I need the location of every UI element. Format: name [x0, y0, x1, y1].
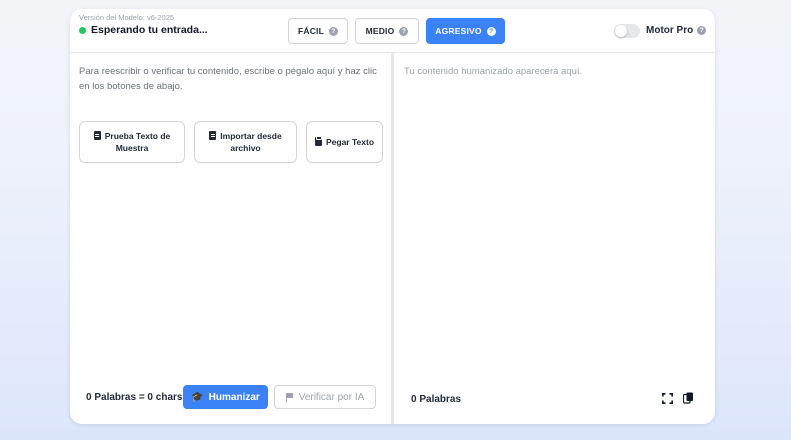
output-word-count: 0 Palabras: [411, 394, 462, 405]
file-import-icon: [209, 131, 217, 140]
import-file-button[interactable]: Importar desde archivo: [194, 121, 297, 163]
sample-text-button[interactable]: Prueba Texto de Muestra: [79, 121, 185, 163]
help-icon: ?: [399, 26, 409, 36]
help-icon: ?: [329, 26, 339, 36]
toggle-knob: [615, 25, 627, 37]
copy-icon[interactable]: [683, 392, 694, 404]
sample-text-label: Prueba Texto de Muestra: [104, 131, 171, 153]
import-file-label: Importar desde archivo: [220, 131, 282, 153]
paste-text-label: Pegar Texto: [325, 137, 375, 147]
mode-medium-button[interactable]: MEDIO ?: [355, 18, 419, 44]
status-text: Esperando tu entrada...: [91, 24, 208, 36]
verify-ai-button[interactable]: Verificar por IA: [274, 385, 376, 409]
status-indicator: Esperando tu entrada...: [79, 24, 208, 36]
verify-ai-label: Verificar por IA: [298, 391, 365, 403]
humanize-label: Humanizar: [208, 391, 260, 403]
humanize-button[interactable]: 🎓 Humanizar: [183, 385, 268, 409]
help-icon[interactable]: ?: [697, 26, 707, 35]
input-footer: 0 Palabras = 0 chars 🎓 Humanizar Verific…: [70, 382, 391, 414]
status-dot-icon: [79, 26, 86, 34]
model-version-label: Versión del Modelo: v6-2025: [79, 13, 175, 22]
motor-pro-text: Motor Pro: [646, 25, 694, 36]
mode-aggressive-label: AGRESIVO: [435, 26, 482, 36]
graduation-cap-icon: 🎓: [191, 391, 204, 403]
document-icon: [93, 131, 101, 140]
input-word-count: 0 Palabras = 0 chars: [86, 392, 183, 403]
clipboard-icon: [314, 136, 323, 146]
output-panel: Tu contenido humanizado aparecerá aquí.: [404, 66, 583, 77]
flag-icon: [285, 392, 294, 402]
mode-medium-label: MEDIO: [365, 26, 395, 36]
mode-easy-button[interactable]: FÁCIL ?: [288, 18, 348, 44]
help-icon: ?: [486, 26, 496, 36]
mode-easy-label: FÁCIL: [297, 26, 325, 36]
humanizer-card: Versión del Modelo: v6-2025 Esperando tu…: [70, 9, 715, 424]
panel-divider[interactable]: [391, 53, 394, 424]
motor-pro-toggle[interactable]: [614, 24, 640, 38]
paste-text-button[interactable]: Pegar Texto: [306, 121, 383, 163]
toolbar-header: Versión del Modelo: v6-2025 Esperando tu…: [70, 9, 715, 53]
mode-aggressive-button[interactable]: AGRESIVO ?: [426, 18, 505, 44]
expand-icon[interactable]: [662, 393, 673, 404]
motor-pro-label: Motor Pro ?: [646, 25, 707, 36]
input-textarea[interactable]: Para reescribir o verificar tu contenido…: [79, 64, 384, 94]
